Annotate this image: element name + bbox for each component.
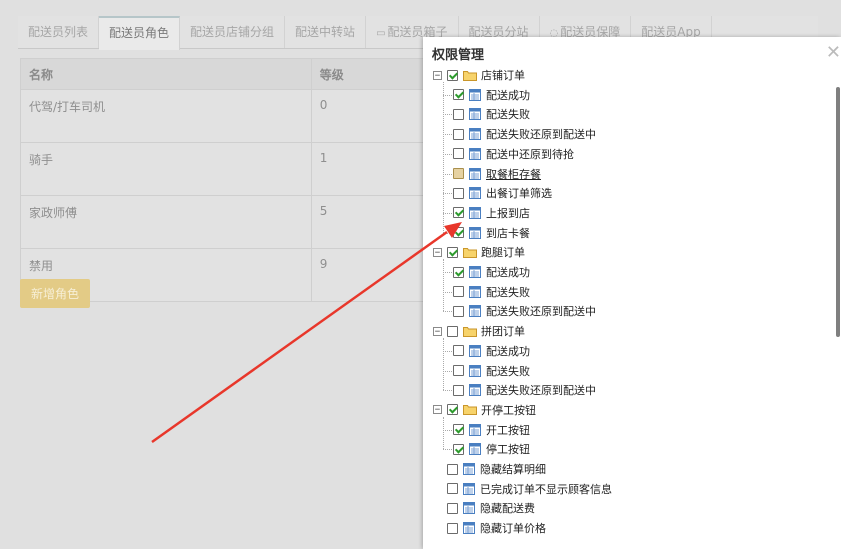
annotation-arrow	[151, 222, 462, 444]
